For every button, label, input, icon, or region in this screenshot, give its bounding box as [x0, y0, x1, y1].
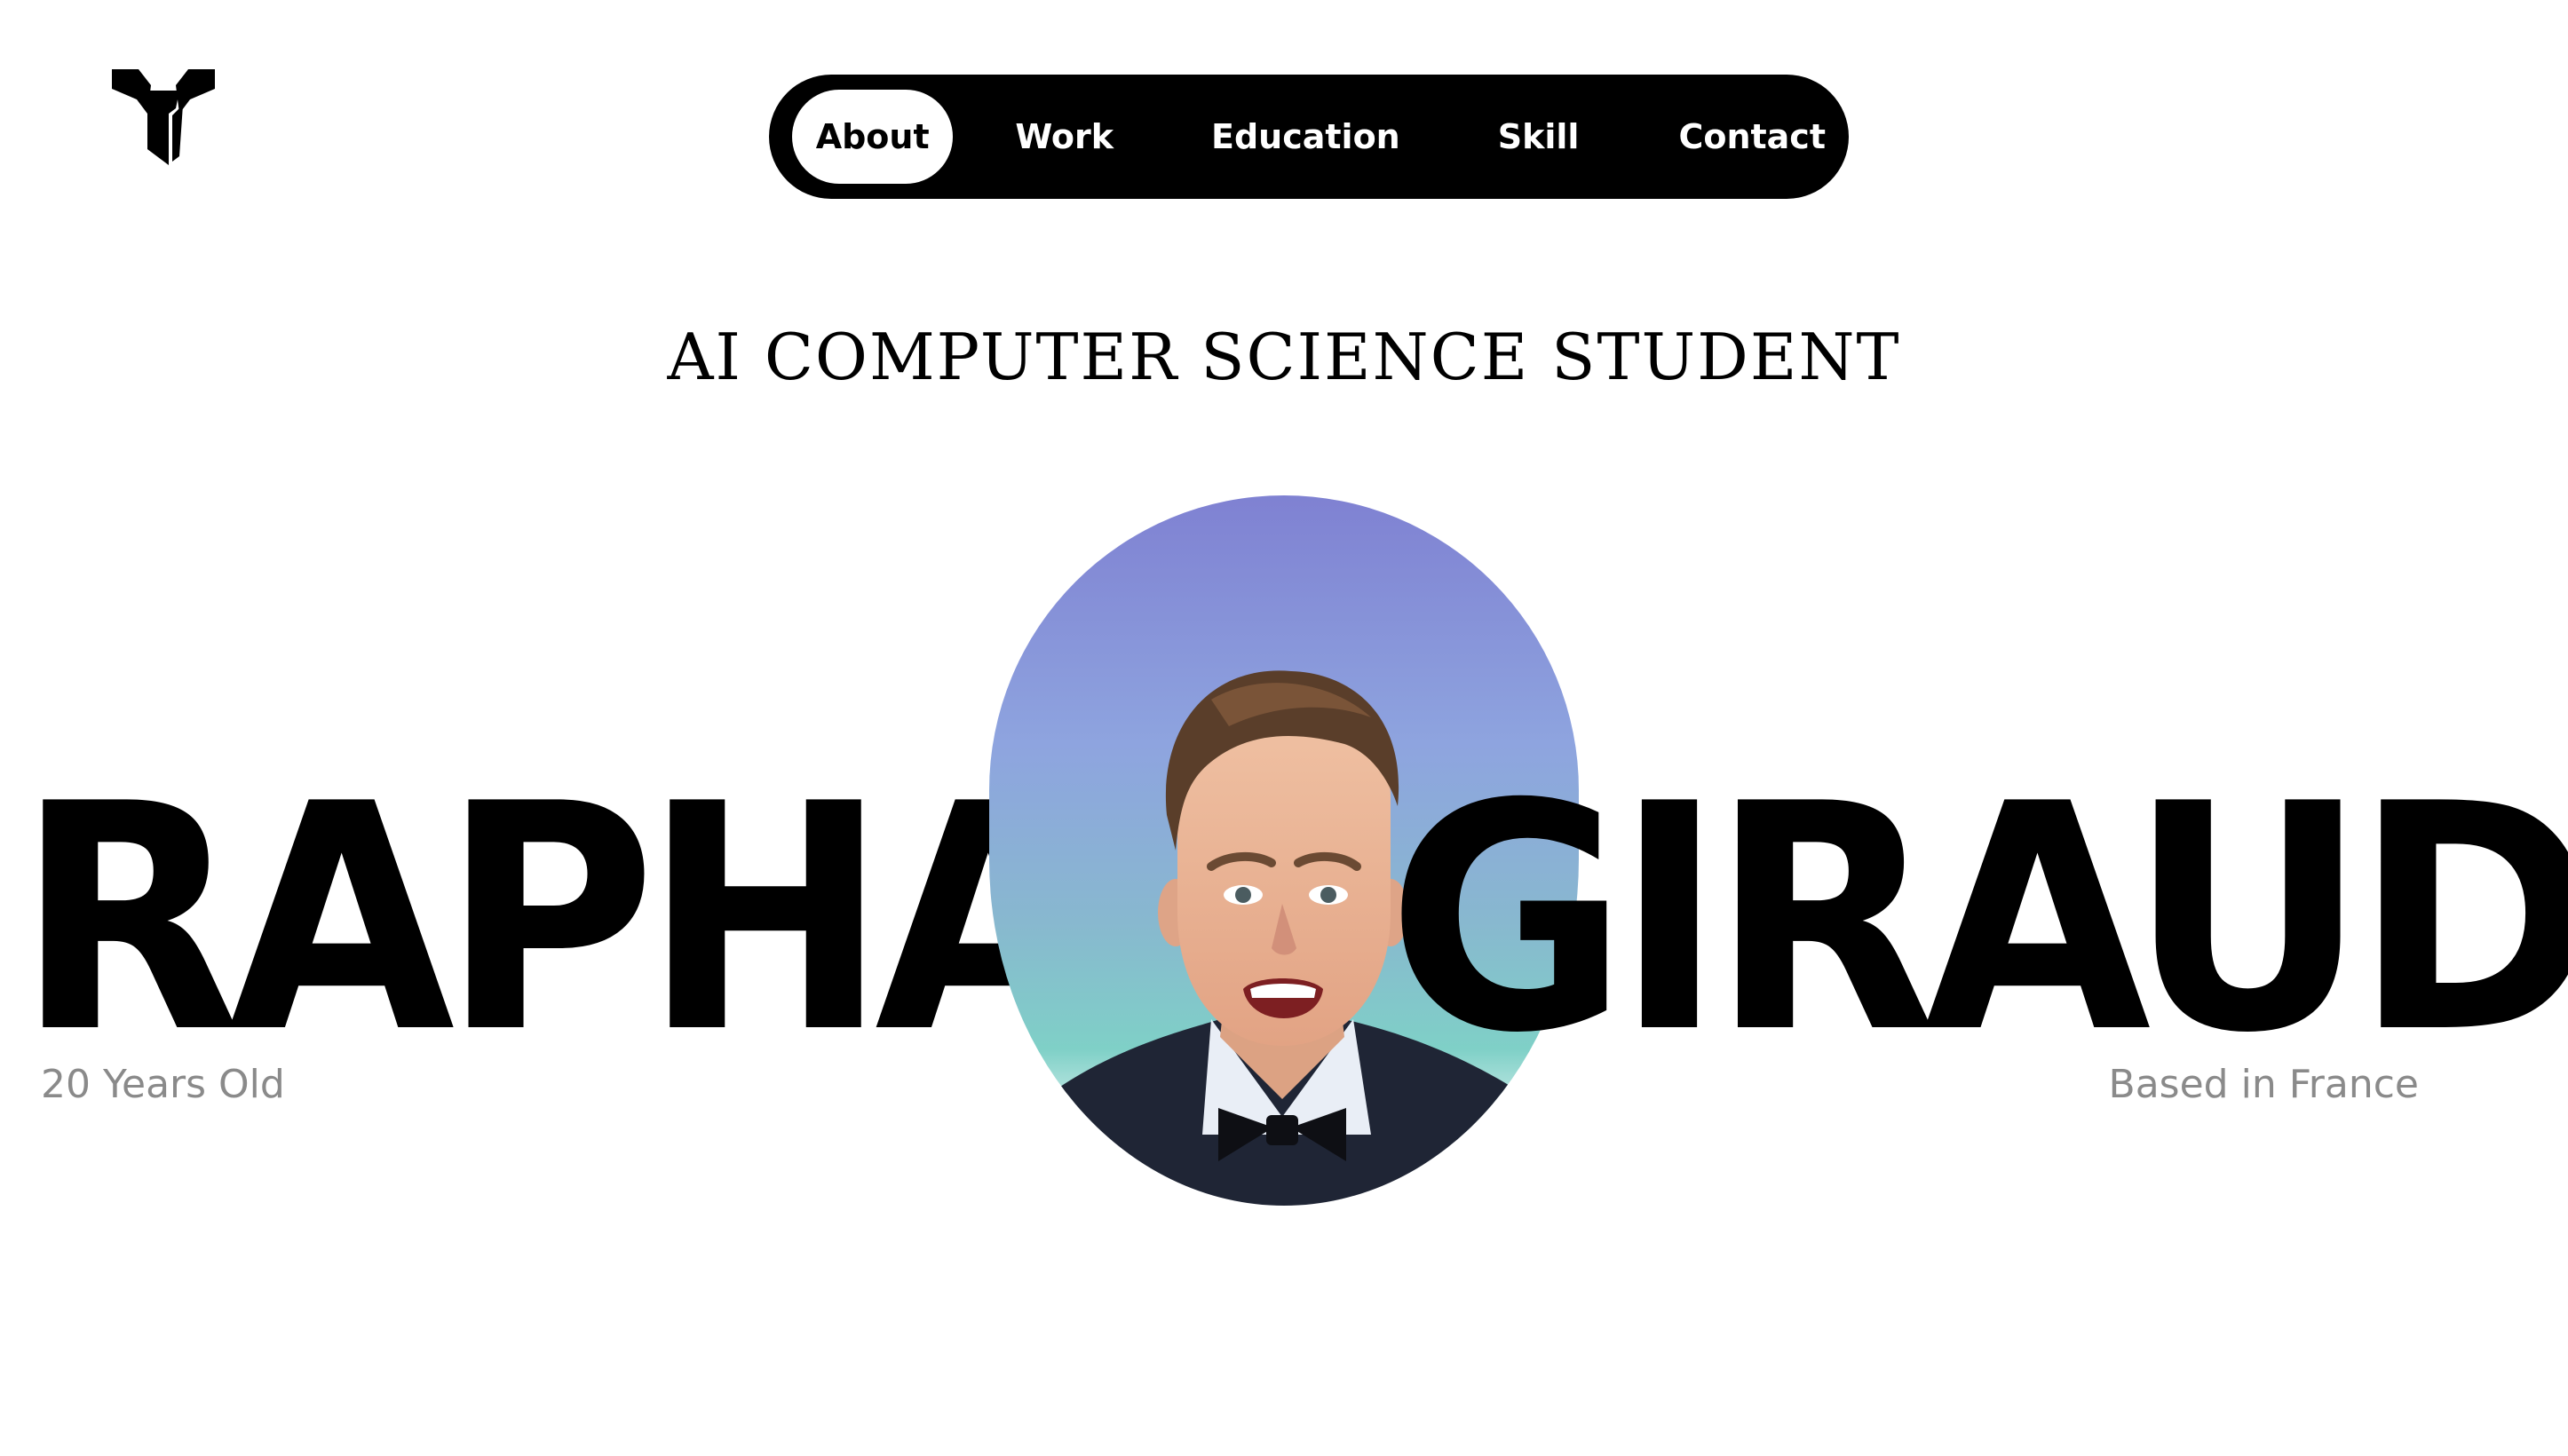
age-caption: 20 Years Old [41, 1062, 285, 1107]
nav-contact[interactable]: Contact [1678, 90, 1826, 184]
page: About Work Education Skill Contact AI CO… [0, 0, 2568, 1456]
logo-icon[interactable] [112, 69, 215, 167]
main-nav: About Work Education Skill Contact [769, 75, 1849, 199]
nav-skill[interactable]: Skill [1498, 90, 1580, 184]
hero-last-name: GIRAUD [1387, 738, 2568, 1102]
hero-subtitle: AI COMPUTER SCIENCE STUDENT [667, 320, 1901, 394]
nav-work[interactable]: Work [1015, 90, 1114, 184]
nav-about[interactable]: About [792, 90, 954, 184]
nav-education[interactable]: Education [1211, 90, 1400, 184]
